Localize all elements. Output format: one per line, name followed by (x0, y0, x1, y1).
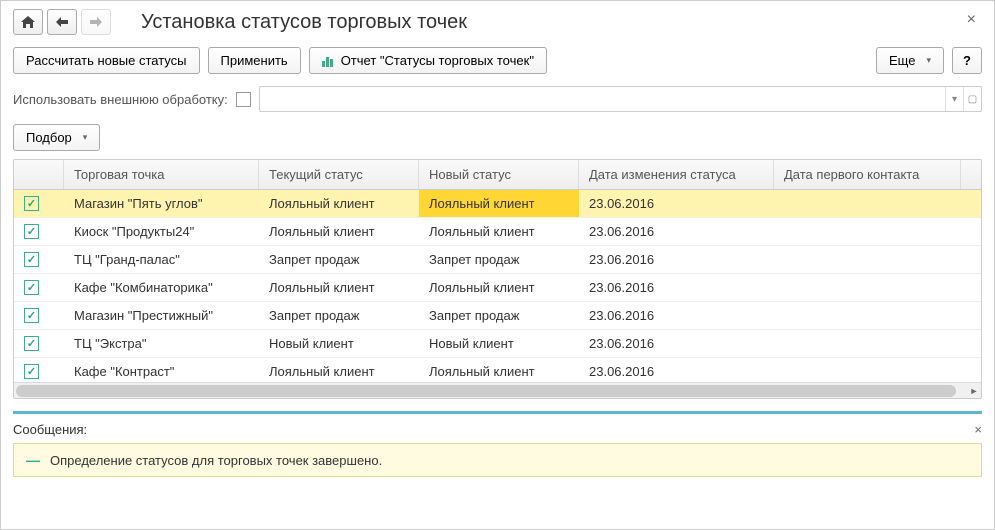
cell-change-date: 23.06.2016 (579, 302, 774, 329)
table-header: Торговая точка Текущий статус Новый стат… (14, 160, 981, 190)
calculate-button[interactable]: Рассчитать новые статусы (13, 47, 200, 74)
cell-point: ТЦ "Гранд-палас" (64, 246, 259, 273)
window: × Установка статусов торговых точек Расс… (0, 0, 995, 530)
report-button[interactable]: Отчет "Статусы торговых точек" (309, 47, 547, 74)
cell-current-status: Лояльный клиент (259, 190, 419, 217)
cell-point: Магазин "Пять углов" (64, 190, 259, 217)
messages-close[interactable]: × (974, 422, 982, 437)
table-row[interactable]: ✓Магазин "Пять углов"Лояльный клиентЛоял… (14, 190, 981, 218)
cell-change-date: 23.06.2016 (579, 246, 774, 273)
status-table: Торговая точка Текущий статус Новый стат… (13, 159, 982, 399)
table-body: ✓Магазин "Пять углов"Лояльный клиентЛоял… (14, 190, 981, 382)
message-text: Определение статусов для торговых точек … (50, 453, 382, 468)
apply-button[interactable]: Применить (208, 47, 301, 74)
help-button[interactable]: ? (952, 47, 982, 74)
cell-point: Магазин "Престижный" (64, 302, 259, 329)
scroll-thumb[interactable] (16, 385, 956, 397)
cell-new-status: Запрет продаж (419, 246, 579, 273)
home-icon (21, 16, 35, 28)
cell-change-date: 23.06.2016 (579, 358, 774, 382)
row-checkbox[interactable]: ✓ (24, 280, 39, 295)
cell-first-contact (774, 190, 981, 217)
cell-new-status: Новый клиент (419, 330, 579, 357)
cell-new-status: Лояльный клиент (419, 274, 579, 301)
col-point[interactable]: Торговая точка (64, 160, 259, 189)
cell-current-status: Запрет продаж (259, 302, 419, 329)
row-checkbox[interactable]: ✓ (24, 336, 39, 351)
cell-point: Кафе "Контраст" (64, 358, 259, 382)
table-row[interactable]: ✓ТЦ "Экстра"Новый клиентНовый клиент23.0… (14, 330, 981, 358)
table-row[interactable]: ✓Кафе "Контраст"Лояльный клиентЛояльный … (14, 358, 981, 382)
cell-change-date: 23.06.2016 (579, 330, 774, 357)
combo-dropdown-icon[interactable]: ▾ (945, 87, 963, 111)
cell-current-status: Лояльный клиент (259, 218, 419, 245)
cell-change-date: 23.06.2016 (579, 218, 774, 245)
divider (13, 411, 982, 414)
chart-icon (322, 55, 336, 67)
cell-first-contact (774, 358, 981, 382)
row-checkbox[interactable]: ✓ (24, 224, 39, 239)
cell-new-status: Лояльный клиент (419, 190, 579, 217)
row-checkbox[interactable]: ✓ (24, 252, 39, 267)
scroll-right-icon[interactable]: ► (967, 383, 981, 399)
external-processing-combo[interactable]: ▾ ▢ (259, 86, 982, 112)
arrow-right-icon (90, 17, 102, 27)
cell-change-date: 23.06.2016 (579, 190, 774, 217)
external-processing-checkbox[interactable] (236, 92, 251, 107)
horizontal-scrollbar[interactable]: ◄ ► (14, 382, 981, 398)
external-processing-row: Использовать внешнюю обработку: ▾ ▢ (13, 86, 982, 112)
table-row[interactable]: ✓Магазин "Престижный"Запрет продажЗапрет… (14, 302, 981, 330)
cell-first-contact (774, 302, 981, 329)
cell-current-status: Запрет продаж (259, 246, 419, 273)
col-checkbox[interactable] (14, 160, 64, 189)
table-row[interactable]: ✓ТЦ "Гранд-палас"Запрет продажЗапрет про… (14, 246, 981, 274)
more-button[interactable]: Еще (876, 47, 944, 74)
col-new-status[interactable]: Новый статус (419, 160, 579, 189)
messages-header: Сообщения: × (13, 422, 982, 437)
cell-new-status: Запрет продаж (419, 302, 579, 329)
forward-button (81, 9, 111, 35)
row-checkbox[interactable]: ✓ (24, 364, 39, 379)
col-first-contact[interactable]: Дата первого контакта (774, 160, 961, 189)
cell-first-contact (774, 218, 981, 245)
combo-open-icon[interactable]: ▢ (963, 87, 981, 111)
cell-point: Кафе "Комбинаторика" (64, 274, 259, 301)
toolbar: Рассчитать новые статусы Применить Отчет… (13, 47, 982, 74)
cell-current-status: Лояльный клиент (259, 358, 419, 382)
header: Установка статусов торговых точек (13, 9, 982, 35)
close-button[interactable]: × (961, 9, 982, 31)
message-box: — Определение статусов для торговых точе… (13, 443, 982, 477)
report-label: Отчет "Статусы торговых точек" (341, 53, 534, 68)
messages-title: Сообщения: (13, 422, 87, 437)
row-checkbox[interactable]: ✓ (24, 308, 39, 323)
cell-current-status: Новый клиент (259, 330, 419, 357)
select-button[interactable]: Подбор (13, 124, 100, 151)
table-row[interactable]: ✓Кафе "Комбинаторика"Лояльный клиентЛоял… (14, 274, 981, 302)
row-checkbox[interactable]: ✓ (24, 196, 39, 211)
external-processing-label: Использовать внешнюю обработку: (13, 92, 228, 107)
page-title: Установка статусов торговых точек (141, 11, 467, 34)
cell-point: ТЦ "Экстра" (64, 330, 259, 357)
cell-point: Киоск "Продукты24" (64, 218, 259, 245)
cell-first-contact (774, 246, 981, 273)
cell-new-status: Лояльный клиент (419, 218, 579, 245)
cell-current-status: Лояльный клиент (259, 274, 419, 301)
col-current-status[interactable]: Текущий статус (259, 160, 419, 189)
message-bullet-icon: — (26, 452, 40, 468)
table-row[interactable]: ✓Киоск "Продукты24"Лояльный клиентЛояльн… (14, 218, 981, 246)
cell-first-contact (774, 330, 981, 357)
arrow-left-icon (56, 17, 68, 27)
cell-first-contact (774, 274, 981, 301)
col-change-date[interactable]: Дата изменения статуса (579, 160, 774, 189)
cell-new-status: Лояльный клиент (419, 358, 579, 382)
cell-change-date: 23.06.2016 (579, 274, 774, 301)
back-button[interactable] (47, 9, 77, 35)
home-button[interactable] (13, 9, 43, 35)
